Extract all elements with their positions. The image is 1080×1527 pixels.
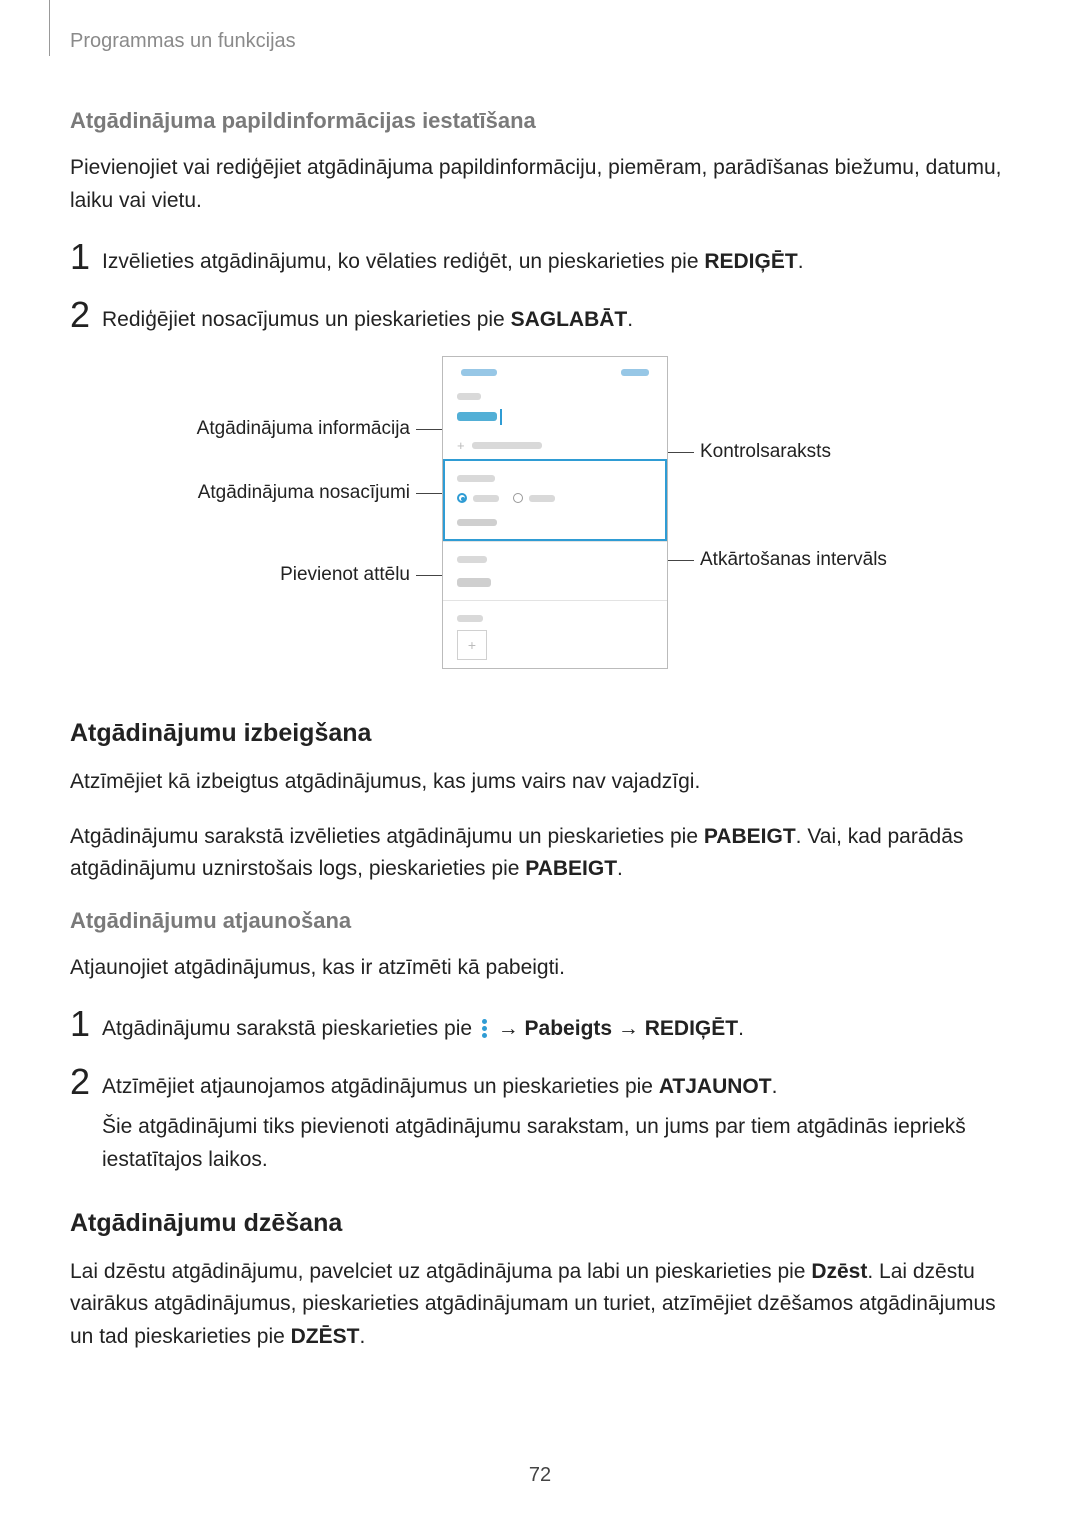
text-fragment: . xyxy=(738,1017,744,1040)
step-number: 2 xyxy=(70,1064,102,1100)
section1-intro: Pievienojiet vai rediģējiet atgādinājuma… xyxy=(70,152,1010,217)
step-text: Rediģējiet nosacījumus un pieskarieties … xyxy=(102,308,633,331)
section2-p2: Atgādinājumu sarakstā izvēlieties atgādi… xyxy=(70,821,1010,886)
section3-steps: 1 Atgādinājumu sarakstā pieskarieties pi… xyxy=(70,1006,1010,1176)
diagram-label: Atgādinājuma informācija xyxy=(152,418,442,440)
text-fragment: . xyxy=(359,1325,365,1348)
step-number: 2 xyxy=(70,297,102,333)
step-number: 1 xyxy=(70,239,102,275)
diagram-label: Kontrolsaraksts xyxy=(668,441,928,463)
section2-p1: Atzīmējiet kā izbeigtus atgādinājumus, k… xyxy=(70,766,1010,799)
section2-title: Atgādinājumu izbeigšana xyxy=(70,719,1010,748)
diagram: Atgādinājuma informācija Atgādinājuma no… xyxy=(70,356,1010,669)
text-fragment: Atgādinājumu sarakstā pieskarieties pie xyxy=(102,1017,478,1040)
more-menu-icon xyxy=(482,1017,488,1040)
step-text: Izvēlieties atgādinājumu, ko vēlaties re… xyxy=(102,250,804,273)
section3-title: Atgādinājumu atjaunošana xyxy=(70,908,1010,934)
diagram-left-labels: Atgādinājuma informācija Atgādinājuma no… xyxy=(152,356,442,669)
text-fragment-bold: SAGLABĀT xyxy=(511,308,628,331)
text-fragment-bold: PABEIGT xyxy=(525,857,617,880)
section1-title: Atgādinājuma papildinformācijas iestatīš… xyxy=(70,108,1010,134)
text-fragment: . xyxy=(617,857,623,880)
list-item: 2 Atzīmējiet atjaunojamos atgādinājumus … xyxy=(70,1064,1010,1177)
phone-mockup: + + xyxy=(442,356,668,669)
text-fragment: Atzīmējiet atjaunojamos atgādinājumus un… xyxy=(102,1075,659,1098)
diagram-label: Atgādinājuma nosacījumi xyxy=(152,482,442,504)
text-fragment-bold: REDIĢĒT xyxy=(704,250,797,273)
page-number: 72 xyxy=(0,1464,1080,1487)
text-fragment-bold: PABEIGT xyxy=(704,825,796,848)
text-fragment: Izvēlieties atgādinājumu, ko vēlaties re… xyxy=(102,250,704,273)
step-number: 1 xyxy=(70,1006,102,1042)
list-item: 2 Rediģējiet nosacījumus un pieskarietie… xyxy=(70,297,1010,337)
text-fragment-bold: Pabeigts xyxy=(525,1017,613,1040)
section4-p: Lai dzēstu atgādinājumu, pavelciet uz at… xyxy=(70,1256,1010,1354)
arrow-text: → xyxy=(492,1017,525,1040)
text-fragment: . xyxy=(798,250,804,273)
text-fragment: Atgādinājumu sarakstā izvēlieties atgādi… xyxy=(70,825,704,848)
text-fragment: Lai dzēstu atgādinājumu, pavelciet uz at… xyxy=(70,1260,811,1283)
section1-steps: 1 Izvēlieties atgādinājumu, ko vēlaties … xyxy=(70,239,1010,336)
text-fragment-bold: REDIĢĒT xyxy=(645,1017,738,1040)
text-fragment-bold: Dzēst xyxy=(811,1260,867,1283)
page-content: Programmas un funkcijas Atgādinājuma pap… xyxy=(0,0,1080,1415)
text-fragment: . xyxy=(627,308,633,331)
text-fragment-bold: DZĒST xyxy=(291,1325,360,1348)
text-fragment: . xyxy=(772,1075,778,1098)
plus-icon: + xyxy=(457,630,487,660)
list-item: 1 Izvēlieties atgādinājumu, ko vēlaties … xyxy=(70,239,1010,279)
diagram-label: Pievienot attēlu xyxy=(152,564,442,586)
top-left-rule xyxy=(49,0,50,56)
section4-title: Atgādinājumu dzēšana xyxy=(70,1209,1010,1238)
text-fragment-bold: ATJAUNOT xyxy=(659,1075,772,1098)
step-subtext: Šie atgādinājumi tiks pievienoti atgādin… xyxy=(102,1111,1010,1176)
breadcrumb: Programmas un funkcijas xyxy=(70,30,1010,53)
diagram-label: Atkārtošanas intervāls xyxy=(668,549,928,571)
mock-highlight xyxy=(443,459,667,541)
diagram-right-labels: Kontrolsaraksts Atkārtošanas intervāls xyxy=(668,356,928,669)
list-item: 1 Atgādinājumu sarakstā pieskarieties pi… xyxy=(70,1006,1010,1046)
arrow-text: → xyxy=(612,1017,645,1040)
section3-intro: Atjaunojiet atgādinājumus, kas ir atzīmē… xyxy=(70,952,1010,985)
step-text: Atzīmējiet atjaunojamos atgādinājumus un… xyxy=(102,1071,1010,1104)
text-fragment: Rediģējiet nosacījumus un pieskarieties … xyxy=(102,308,511,331)
step-text: Atgādinājumu sarakstā pieskarieties pie … xyxy=(102,1017,744,1040)
